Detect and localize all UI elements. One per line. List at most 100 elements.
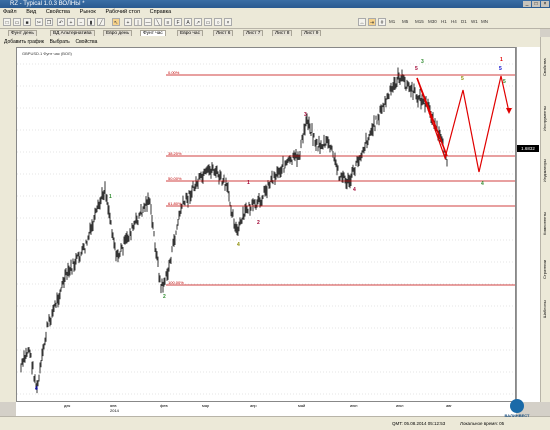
chart-shift-icon[interactable]: ⇥ <box>368 18 376 26</box>
tab-evro-chas[interactable]: Евро час <box>177 30 203 36</box>
crosshair-icon[interactable]: + <box>124 18 132 26</box>
tab-list-8[interactable]: Лист 8 <box>272 30 293 36</box>
delete-icon[interactable]: × <box>224 18 232 26</box>
open-icon[interactable]: ▭ <box>13 18 21 26</box>
period-m15[interactable]: M15 <box>415 18 424 26</box>
tab-evro-den[interactable]: Евро день <box>103 30 133 36</box>
menu-market[interactable]: Рынок <box>80 9 96 15</box>
side-tab-tools[interactable]: Инструменты <box>542 95 550 143</box>
fib-level-label: 38.20% <box>168 151 182 156</box>
tab-funt-den[interactable]: Фунт день <box>8 30 37 36</box>
channel-icon[interactable]: ≡ <box>164 18 172 26</box>
month-label: мар <box>202 403 210 408</box>
wave-label: 2 <box>163 294 166 300</box>
logo-text: ВАЛИНВЕСТ <box>504 413 530 418</box>
menu-bar: Файл Вид Свойства Рынок Рабочий стол Спр… <box>0 8 550 16</box>
zoom-in-icon[interactable]: + <box>67 18 75 26</box>
arrow-icon[interactable]: ↗ <box>194 18 202 26</box>
cursor-icon[interactable]: ↖ <box>112 18 120 26</box>
wave-label: 1 <box>500 57 503 63</box>
tab-list-7[interactable]: Лист 7 <box>243 30 264 36</box>
add-chart-button[interactable]: Добавить график <box>4 39 44 45</box>
tab-list-9[interactable]: Лист 9 <box>301 30 322 36</box>
save-icon[interactable]: ■ <box>23 18 31 26</box>
maximize-button[interactable]: □ <box>532 1 540 7</box>
side-panel: Свойства Инструменты Индикаторы Компонен… <box>540 37 550 402</box>
fib-level-label: 61.80% <box>168 201 182 206</box>
period-d1[interactable]: D1 <box>461 18 467 26</box>
period-w1[interactable]: W1 <box>471 18 478 26</box>
wave-label: 4 <box>353 187 356 193</box>
wave-projection-line <box>416 75 510 173</box>
period-m5[interactable]: M5 <box>402 18 408 26</box>
month-label: апр <box>250 403 257 408</box>
wave-projection <box>416 75 512 173</box>
logo-icon <box>510 399 524 413</box>
arrowhead <box>506 108 512 114</box>
menu-help[interactable]: Справка <box>150 9 172 15</box>
window-title: RZ - Typical 1.0.3 ВОЛНЫ * <box>10 1 85 7</box>
menu-file[interactable]: Файл <box>3 9 17 15</box>
undo-icon[interactable]: ↶ <box>57 18 65 26</box>
wave-arrow-segment <box>416 77 448 157</box>
side-tab-components[interactable]: Компоненты <box>542 199 550 247</box>
time-axis: дек янв 2014 фев мар апр май июн июл авг <box>16 402 516 416</box>
close-button[interactable]: × <box>541 1 549 7</box>
cut-icon[interactable]: ✂ <box>35 18 43 26</box>
chart-line-icon[interactable]: ╱ <box>97 18 105 26</box>
chart-bars-icon[interactable]: ▮ <box>87 18 95 26</box>
chart-title: GBPUSD.1 Фунт час (ВОЛ) <box>22 51 73 56</box>
fibonacci-icon[interactable]: F <box>174 18 182 26</box>
text-icon[interactable]: A <box>184 18 192 26</box>
price-axis: 1.6832 <box>516 47 541 402</box>
wave-label: 5 <box>499 66 502 72</box>
trendline-icon[interactable]: ╲ <box>154 18 162 26</box>
vertical-line-icon[interactable]: | <box>134 18 142 26</box>
menu-desktop[interactable]: Рабочий стол <box>105 9 140 15</box>
main-toolbar: □ ▭ ■ ✂ ❐ ↶ + − ▮ ╱ ↖ + | — ╲ ≡ F A ↗ ▭ … <box>0 16 550 44</box>
side-tab-templates[interactable]: Шаблоны <box>542 291 550 327</box>
month-label: май <box>298 403 306 408</box>
menu-view[interactable]: Вид <box>26 9 36 15</box>
copy-icon[interactable]: ❐ <box>45 18 53 26</box>
period-h1[interactable]: H1 <box>441 18 447 26</box>
wave-label: 4 <box>481 181 484 187</box>
chart-canvas: 0.00% 38.20% 50.00% 61.80% 100.00% 1 2 3 4 5 1 2 3 4… <box>17 51 515 395</box>
wave-label: 1 <box>247 180 250 186</box>
side-tab-strategies[interactable]: Стратегии <box>542 251 550 287</box>
wave-label: 5 <box>415 66 418 72</box>
zoom-out-icon[interactable]: − <box>77 18 85 26</box>
side-tab-properties[interactable]: Свойства <box>542 43 550 91</box>
minimize-button[interactable]: _ <box>523 1 531 7</box>
select-button[interactable]: Выбрать <box>50 39 70 45</box>
period-m1[interactable]: M1 <box>389 18 395 26</box>
wave-labels: 1 2 3 4 5 1 2 3 4 5 4 5 1 4 5 <box>35 57 506 392</box>
autoscroll-icon[interactable]: ↔ <box>358 18 366 26</box>
tab-vd-alternativa[interactable]: ВД Альтернатива <box>50 30 95 36</box>
tab-funt-chas[interactable]: Фунт час <box>140 30 166 36</box>
ellipse-icon[interactable]: ○ <box>214 18 222 26</box>
current-price-label: 1.6832 <box>517 145 539 152</box>
grid-icon[interactable]: # <box>378 18 386 26</box>
price-chart[interactable]: 0.00% 38.20% 50.00% 61.80% 100.00% 1 2 3 4 5 1 2 3 4… <box>16 47 516 402</box>
period-h4[interactable]: H4 <box>451 18 457 26</box>
fib-level-label: 0.00% <box>168 70 180 75</box>
left-toolbar <box>0 47 16 402</box>
month-label: дек <box>64 403 71 408</box>
wave-label: 4 <box>237 242 240 248</box>
menu-properties[interactable]: Свойства <box>46 9 70 15</box>
tab-list-6[interactable]: Лист 6 <box>213 30 234 36</box>
fibonacci-levels: 0.00% 38.20% 50.00% 61.80% 100.00% <box>166 70 515 286</box>
rectangle-icon[interactable]: ▭ <box>204 18 212 26</box>
chart-toolbar: Добавить график Выбрать Свойства <box>0 37 540 47</box>
year-label: 2014 <box>110 408 119 413</box>
chart-tabs: Фунт день ВД Альтернатива Евро день Фунт… <box>0 29 540 37</box>
horizontal-line-icon[interactable]: — <box>144 18 152 26</box>
side-tab-indicators[interactable]: Индикаторы <box>542 147 550 195</box>
month-label: фев <box>160 403 168 408</box>
period-mn[interactable]: MN <box>481 18 488 26</box>
wave-label: 2 <box>257 220 260 226</box>
properties-button[interactable]: Свойства <box>75 39 97 45</box>
new-icon[interactable]: □ <box>3 18 11 26</box>
period-m30[interactable]: M30 <box>428 18 437 26</box>
